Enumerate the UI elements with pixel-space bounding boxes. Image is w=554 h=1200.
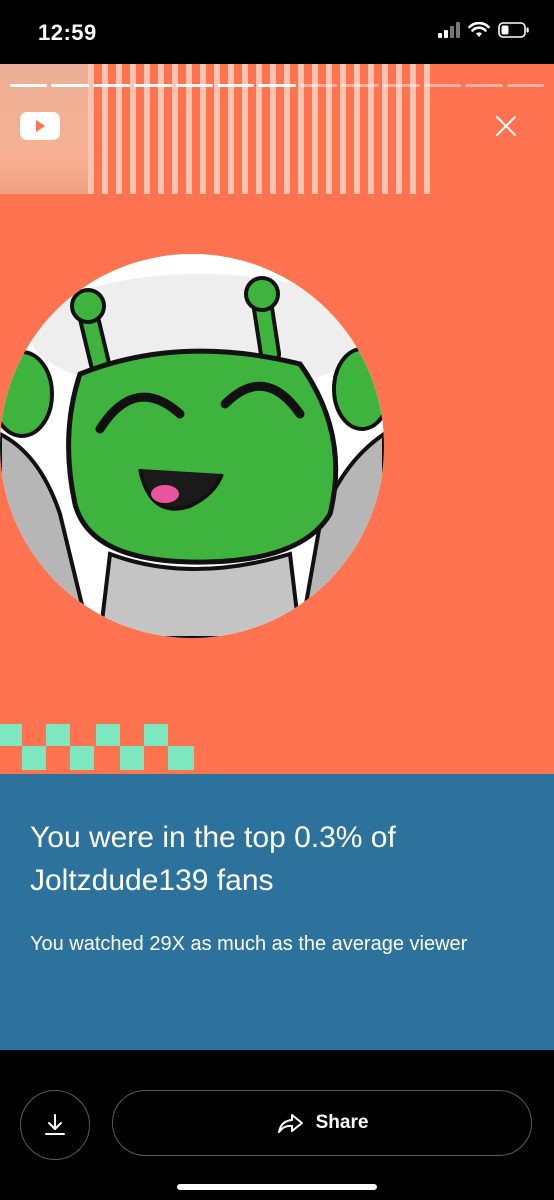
close-icon [496, 116, 516, 136]
story-progress-bar [10, 84, 545, 87]
progress-segment [382, 84, 420, 87]
progress-segment [10, 84, 48, 87]
download-button[interactable] [20, 1090, 90, 1160]
progress-segment [299, 84, 338, 87]
pixel-decoration [0, 724, 194, 770]
stat-panel: You were in the top 0.3% of Joltzdude139… [0, 774, 554, 1050]
progress-segment [423, 84, 462, 87]
green-alien-cartoon-avatar [0, 254, 384, 638]
close-button[interactable] [492, 112, 520, 140]
youtube-icon [20, 112, 60, 140]
progress-segment [506, 84, 545, 87]
progress-segment [258, 84, 296, 87]
progress-segment [216, 84, 255, 87]
stat-headline: You were in the top 0.3% of Joltzdude139… [30, 821, 396, 897]
channel-avatar [0, 254, 384, 638]
progress-segment [134, 84, 172, 87]
share-arrow-icon [277, 1114, 303, 1133]
story-card: You were in the top 0.3% of Joltzdude139… [0, 64, 554, 1050]
progress-segment [341, 84, 379, 87]
download-icon [45, 1114, 65, 1135]
battery-icon [498, 22, 529, 38]
wifi-icon [468, 22, 490, 37]
cellular-signal-icon [438, 22, 460, 38]
share-button[interactable]: Share [112, 1090, 532, 1156]
status-icons [438, 22, 530, 38]
share-label: Share [315, 1112, 369, 1133]
action-bar: Share [0, 1050, 554, 1200]
stat-subline: You watched 29X as much as the average v… [30, 933, 468, 955]
status-bar: 12:59 [0, 0, 554, 64]
progress-segment [92, 84, 131, 87]
status-time: 12:59 [38, 20, 97, 45]
home-indicator [177, 1184, 377, 1190]
progress-segment [175, 84, 213, 87]
progress-segment [465, 84, 503, 87]
progress-segment [51, 84, 89, 87]
